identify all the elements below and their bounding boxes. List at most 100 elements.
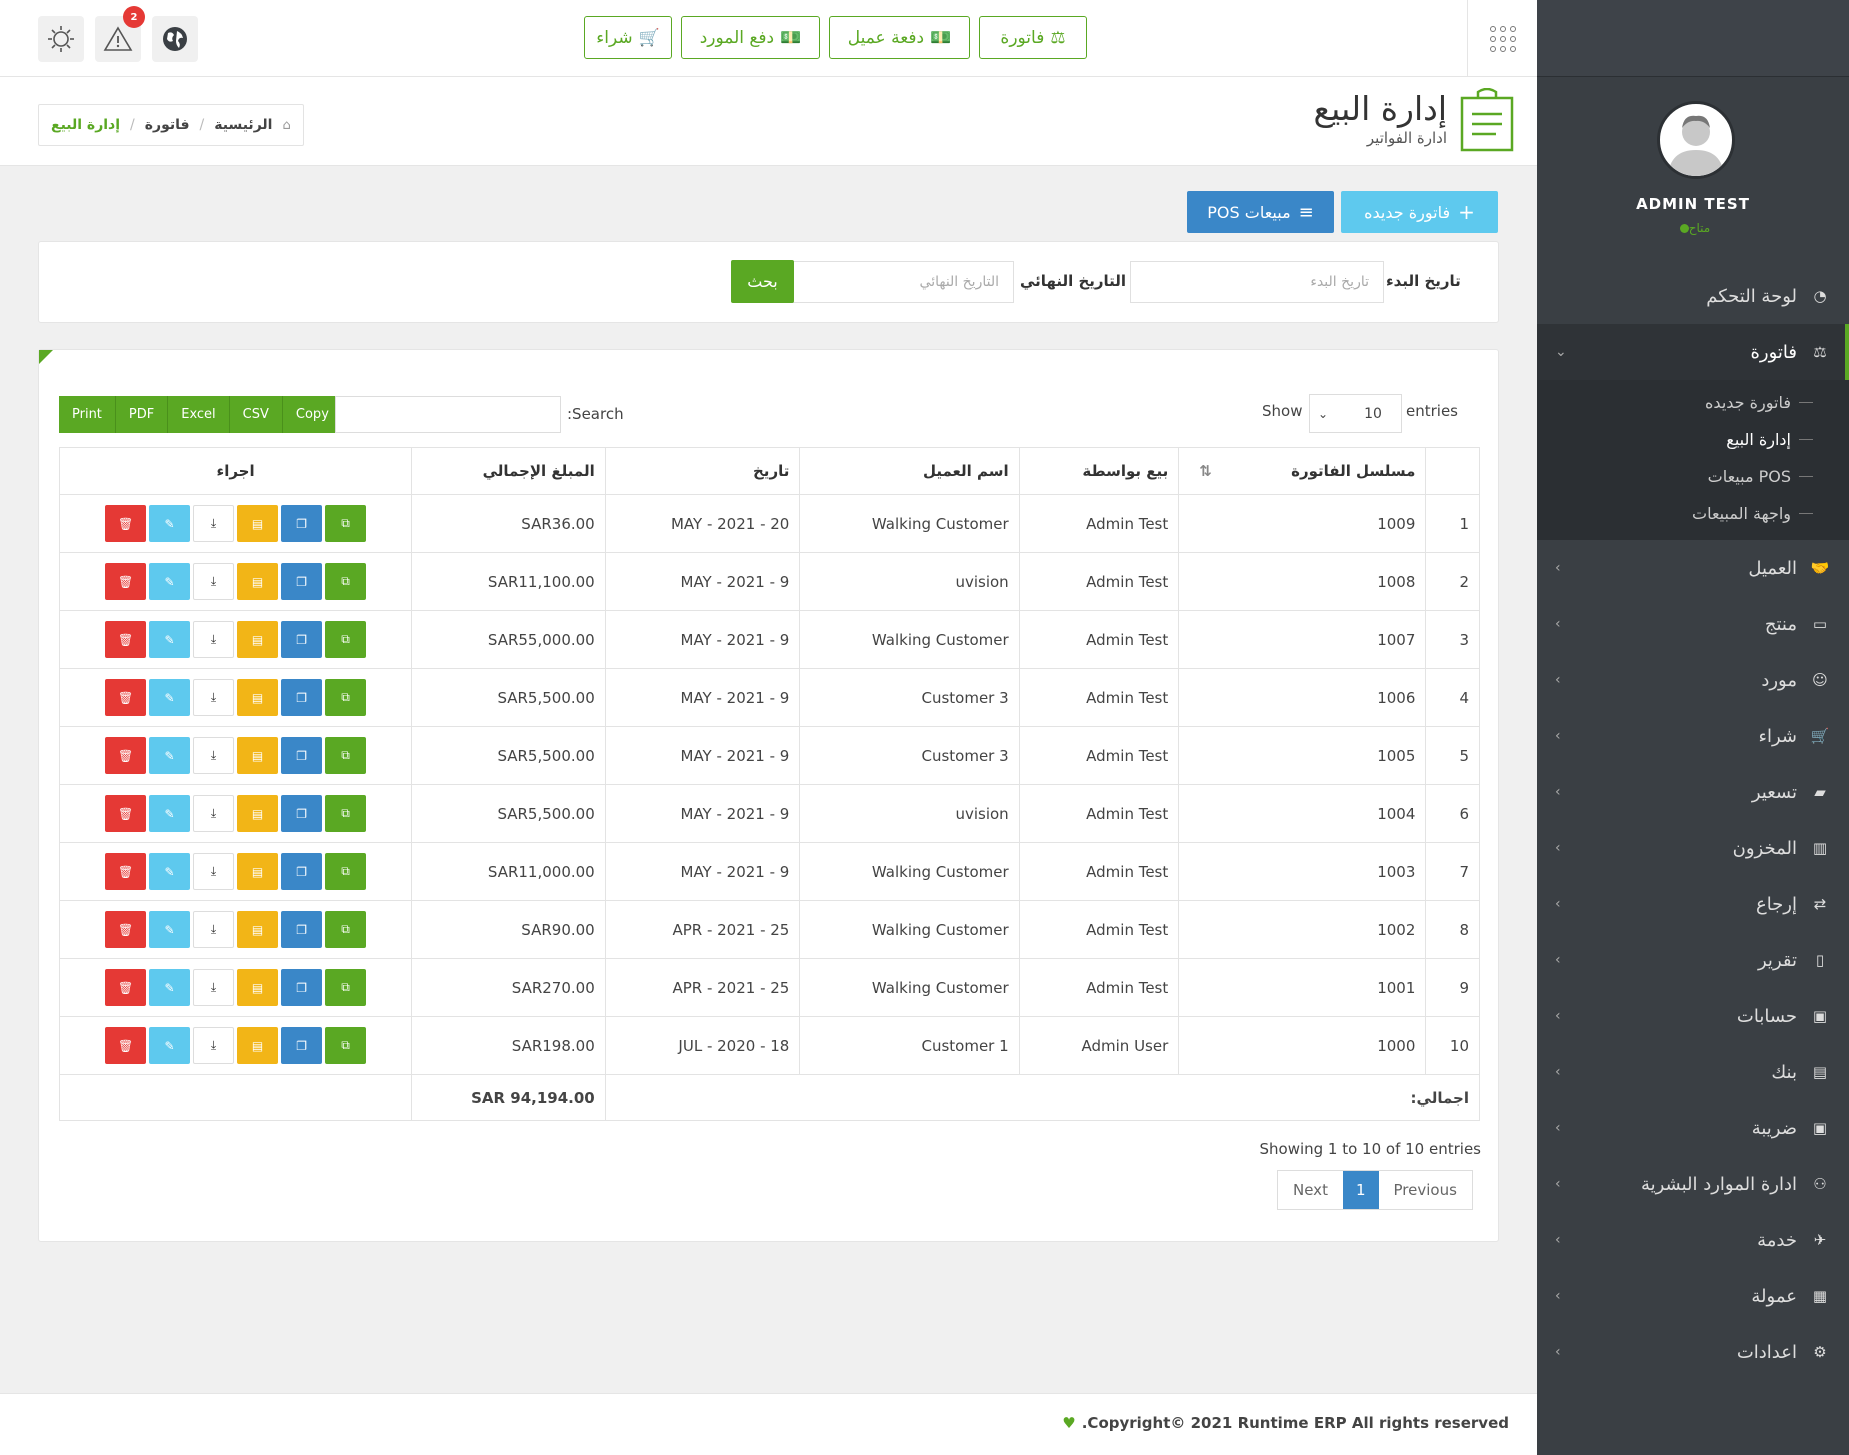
copy-invoice-button[interactable]: ❐	[281, 563, 323, 600]
settings-sun-icon[interactable]	[38, 16, 84, 62]
view-button[interactable]: ⧉	[325, 563, 367, 600]
sidebar-item-11[interactable]: ‹ بنك ▤	[1537, 1044, 1849, 1100]
cell-invoice-link[interactable]: 1000	[1178, 1016, 1427, 1075]
submenu-item[interactable]: مبيعات POS	[1537, 458, 1849, 495]
delete-button[interactable]: 🗑	[105, 969, 147, 1006]
submenu-item[interactable]: واجهة المبيعات	[1537, 495, 1849, 532]
sidebar-item-16[interactable]: ‹ اعدادات ⚙	[1537, 1324, 1849, 1380]
download-button[interactable]: ⤓	[193, 505, 235, 542]
view-button[interactable]: ⧉	[325, 679, 367, 716]
edit-button[interactable]: ✎	[149, 911, 191, 948]
download-button[interactable]: ⤓	[193, 621, 235, 658]
cell-invoice-link[interactable]: 1008	[1178, 552, 1427, 611]
delete-button[interactable]: 🗑	[105, 679, 147, 716]
previous-page-button[interactable]: Previous	[1379, 1171, 1472, 1209]
view-button[interactable]: ⧉	[325, 969, 367, 1006]
delete-button[interactable]: 🗑	[105, 795, 147, 832]
edit-button[interactable]: ✎	[149, 621, 191, 658]
view-button[interactable]: ⧉	[325, 621, 367, 658]
view-button[interactable]: ⧉	[325, 1027, 367, 1064]
delete-button[interactable]: 🗑	[105, 853, 147, 890]
print-invoice-button[interactable]: ▤	[237, 795, 279, 832]
delete-button[interactable]: 🗑	[105, 505, 147, 542]
download-button[interactable]: ⤓	[193, 853, 235, 890]
copy-invoice-button[interactable]: ❐	[281, 795, 323, 832]
download-button[interactable]: ⤓	[193, 795, 235, 832]
copy-invoice-button[interactable]: ❐	[281, 737, 323, 774]
copy-invoice-button[interactable]: ❐	[281, 969, 323, 1006]
cell-invoice-link[interactable]: 1005	[1178, 726, 1427, 785]
avatar[interactable]	[1657, 101, 1735, 179]
delete-button[interactable]: 🗑	[105, 737, 147, 774]
col-header-seller[interactable]: بيع بواسطة	[1018, 447, 1180, 495]
download-button[interactable]: ⤓	[193, 563, 235, 600]
alert-icon[interactable]: 2	[95, 6, 145, 62]
sidebar-item-6[interactable]: ‹ تسعير ▰	[1537, 764, 1849, 820]
cell-invoice-link[interactable]: 1009	[1178, 494, 1427, 553]
sidebar-item-13[interactable]: ‹ ادارة الموارد البشرية ⚇	[1537, 1156, 1849, 1212]
print-invoice-button[interactable]: ▤	[237, 563, 279, 600]
print-invoice-button[interactable]: ▤	[237, 737, 279, 774]
table-search-input[interactable]	[335, 396, 561, 433]
edit-button[interactable]: ✎	[149, 737, 191, 774]
edit-button[interactable]: ✎	[149, 795, 191, 832]
edit-button[interactable]: ✎	[149, 563, 191, 600]
download-button[interactable]: ⤓	[193, 679, 235, 716]
copy-invoice-button[interactable]: ❐	[281, 679, 323, 716]
view-button[interactable]: ⧉	[325, 737, 367, 774]
col-header-amount[interactable]: المبلغ الإجمالي	[411, 447, 606, 495]
delete-button[interactable]: 🗑	[105, 621, 147, 658]
sidebar-item-8[interactable]: ‹ إرجاع ⇄	[1537, 876, 1849, 932]
edit-button[interactable]: ✎	[149, 679, 191, 716]
edit-button[interactable]: ✎	[149, 969, 191, 1006]
start-date-input[interactable]: تاريخ البدء	[1130, 261, 1384, 303]
download-button[interactable]: ⤓	[193, 969, 235, 1006]
sidebar-item-1[interactable]: ⌄ فاتورة ⚖	[1537, 324, 1849, 380]
download-button[interactable]: ⤓	[193, 737, 235, 774]
edit-button[interactable]: ✎	[149, 853, 191, 890]
copy-invoice-button[interactable]: ❐	[281, 505, 323, 542]
delete-button[interactable]: 🗑	[105, 1027, 147, 1064]
col-header-customer[interactable]: اسم العميل	[799, 447, 1020, 495]
cell-invoice-link[interactable]: 1004	[1178, 784, 1427, 843]
excel-button[interactable]: Excel	[168, 396, 230, 433]
breadcrumb-home[interactable]: الرئيسية	[214, 117, 272, 133]
sidebar-item-5[interactable]: ‹ شراء 🛒	[1537, 708, 1849, 764]
print-invoice-button[interactable]: ▤	[237, 1027, 279, 1064]
csv-button[interactable]: CSV	[229, 396, 283, 433]
cell-invoice-link[interactable]: 1006	[1178, 668, 1427, 727]
sidebar-item-9[interactable]: ‹ تقرير ▯	[1537, 932, 1849, 988]
page-size-select[interactable]: ⌄ 10	[1309, 394, 1402, 433]
cell-invoice-link[interactable]: 1001	[1178, 958, 1427, 1017]
breadcrumb-section[interactable]: فاتورة	[145, 117, 190, 133]
print-invoice-button[interactable]: ▤	[237, 679, 279, 716]
view-button[interactable]: ⧉	[325, 795, 367, 832]
copy-invoice-button[interactable]: ❐	[281, 1027, 323, 1064]
view-button[interactable]: ⧉	[325, 911, 367, 948]
pdf-button[interactable]: PDF	[115, 396, 169, 433]
apps-grid-button[interactable]	[1467, 0, 1537, 77]
quick-customer-payment-button[interactable]: 💵 دفعة عميل	[829, 16, 970, 59]
submenu-item[interactable]: فاتورة جديده	[1537, 384, 1849, 421]
page-1-button[interactable]: 1	[1342, 1171, 1379, 1209]
new-invoice-button[interactable]: + فاتورة جديده	[1341, 191, 1498, 233]
sidebar-item-12[interactable]: ‹ ضريبة ▣	[1537, 1100, 1849, 1156]
copy-invoice-button[interactable]: ❐	[281, 853, 323, 890]
sidebar-item-7[interactable]: ‹ المخزون ▥	[1537, 820, 1849, 876]
delete-button[interactable]: 🗑	[105, 563, 147, 600]
copy-invoice-button[interactable]: ❐	[281, 911, 323, 948]
delete-button[interactable]: 🗑	[105, 911, 147, 948]
print-invoice-button[interactable]: ▤	[237, 621, 279, 658]
cell-invoice-link[interactable]: 1007	[1178, 610, 1427, 669]
cell-invoice-link[interactable]: 1002	[1178, 900, 1427, 959]
quick-invoice-button[interactable]: ⚖ فاتورة	[979, 16, 1087, 59]
copy-invoice-button[interactable]: ❐	[281, 621, 323, 658]
print-invoice-button[interactable]: ▤	[237, 911, 279, 948]
cell-invoice-link[interactable]: 1003	[1178, 842, 1427, 901]
copy-button[interactable]: Copy	[282, 396, 343, 433]
edit-button[interactable]: ✎	[149, 505, 191, 542]
print-button[interactable]: Print	[59, 396, 116, 433]
next-page-button[interactable]: Next	[1278, 1171, 1343, 1209]
download-button[interactable]: ⤓	[193, 911, 235, 948]
sidebar-item-14[interactable]: ‹ خدمة ✈	[1537, 1212, 1849, 1268]
